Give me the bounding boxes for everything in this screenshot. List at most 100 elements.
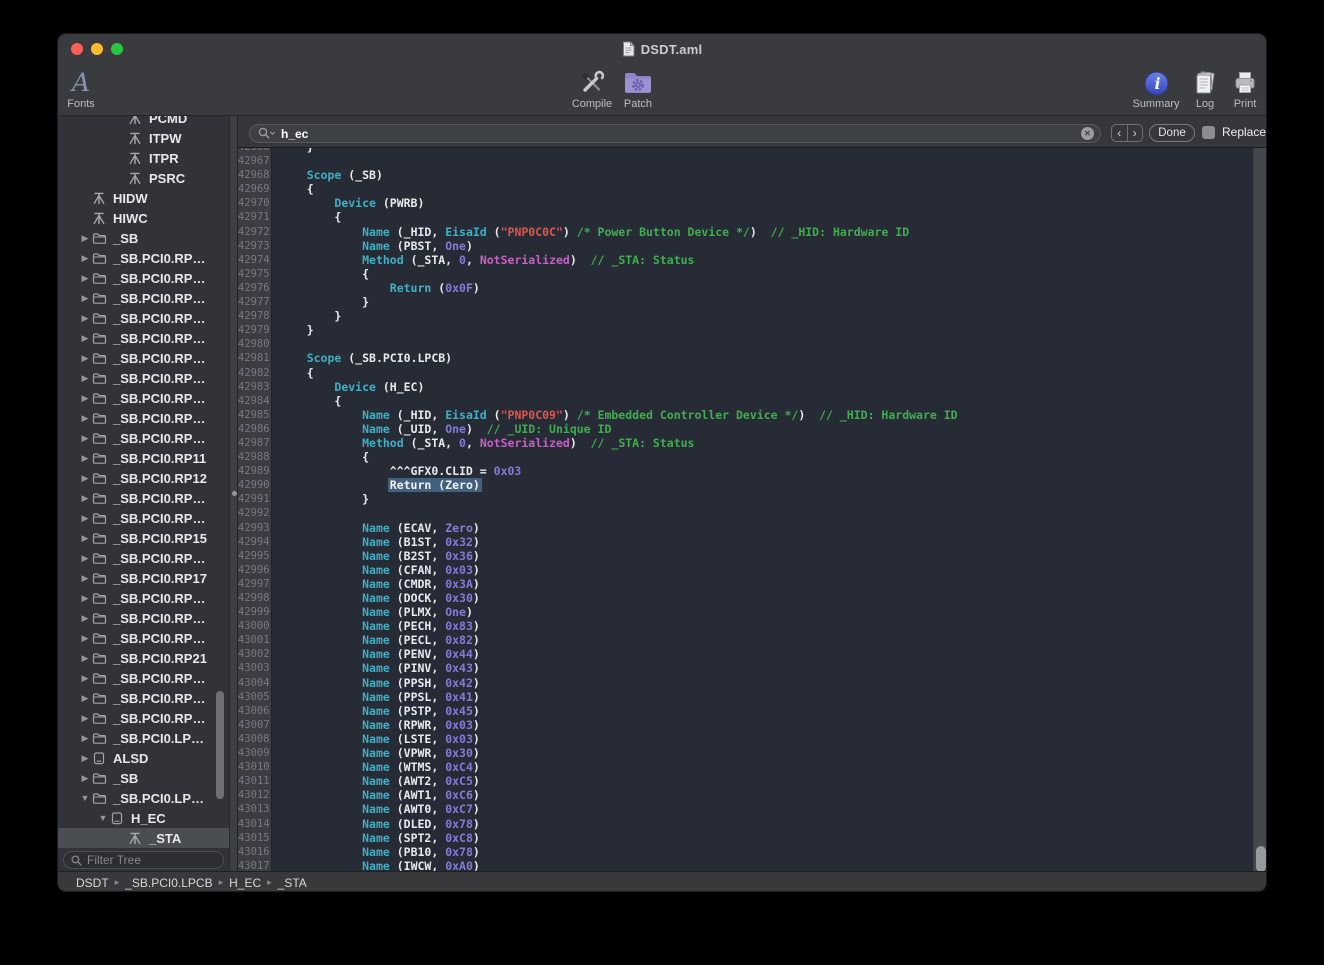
disclosure-collapsed-icon[interactable]: ▶	[78, 673, 92, 684]
tree-item-sb-pci0-rp[interactable]: ▶_SB.PCI0.RP…	[58, 288, 229, 308]
disclosure-expanded-icon[interactable]: ▼	[78, 793, 92, 803]
disclosure-collapsed-icon[interactable]: ▶	[78, 493, 92, 504]
code-line: 42990 Return (Zero)	[238, 478, 1253, 492]
line-number: 42979	[238, 323, 272, 337]
tree-item-sb-pci0-rp11[interactable]: ▶_SB.PCI0.RP11	[58, 448, 229, 468]
fonts-button[interactable]: A Fonts	[57, 66, 117, 114]
breadcrumb-item[interactable]: _SB.PCI0.LPCB	[125, 876, 212, 890]
search-input[interactable]	[281, 127, 1081, 141]
editor-scrollbar-track[interactable]	[1253, 148, 1267, 871]
clear-search-icon[interactable]: ✕	[1081, 127, 1094, 140]
tree-item-sb-pci0-lp[interactable]: ▶_SB.PCI0.LP…	[58, 728, 229, 748]
tree-item-sb-pci0-rp[interactable]: ▶_SB.PCI0.RP…	[58, 708, 229, 728]
breadcrumb-item[interactable]: H_EC	[229, 876, 261, 890]
disclosure-collapsed-icon[interactable]: ▶	[78, 533, 92, 544]
tree-item-sb-pci0-rp[interactable]: ▶ _SB.PCI0.RP…	[58, 488, 229, 508]
disclosure-collapsed-icon[interactable]: ▶	[78, 333, 92, 344]
disclosure-collapsed-icon[interactable]: ▶	[78, 473, 92, 484]
tree-item-sb-pci0-rp[interactable]: ▶_SB.PCI0.RP…	[58, 628, 229, 648]
replace-checkbox[interactable]	[1202, 126, 1215, 139]
breadcrumb-item[interactable]: DSDT	[76, 876, 109, 890]
tree-item-sb-pci0-rp[interactable]: ▶_SB.PCI0.RP…	[58, 248, 229, 268]
disclosure-collapsed-icon[interactable]: ▶	[78, 693, 92, 704]
find-next-button[interactable]: ›	[1128, 125, 1143, 141]
tree-item-sb-pci0-rp[interactable]: ▶_SB.PCI0.RP…	[58, 328, 229, 348]
tree-item-sb-pci0-rp12[interactable]: ▶_SB.PCI0.RP12	[58, 468, 229, 488]
code-line: 42977 }	[238, 295, 1253, 309]
tree-item-itpr[interactable]: ITPR	[58, 148, 229, 168]
tree-item-sb-pci0-rp[interactable]: ▶_SB.PCI0.RP…	[58, 408, 229, 428]
disclosure-collapsed-icon[interactable]: ▶	[78, 573, 92, 584]
code-line: 42970 Device (PWRB)	[238, 196, 1253, 210]
filter-tree-input[interactable]	[87, 853, 216, 867]
tree-item-sb-pci0-rp17[interactable]: ▶_SB.PCI0.RP17	[58, 568, 229, 588]
disclosure-collapsed-icon[interactable]: ▶	[78, 313, 92, 324]
tree-item-sb-pci0-rp[interactable]: ▶_SB.PCI0.RP…	[58, 588, 229, 608]
method-icon	[128, 831, 144, 846]
tree-item-sb-pci0-rp[interactable]: ▶_SB.PCI0.RP…	[58, 688, 229, 708]
tree-item-hidw[interactable]: HIDW	[58, 188, 229, 208]
tree-item-label: _SB	[113, 231, 138, 246]
tree-item-sb-pci0-rp[interactable]: ▶_SB.PCI0.RP…	[58, 608, 229, 628]
pane-splitter[interactable]	[229, 116, 238, 871]
tree-item-itpw[interactable]: ITPW	[58, 128, 229, 148]
tree-item-sb-pci0-lp[interactable]: ▼_SB.PCI0.LP…	[58, 788, 229, 808]
folder-icon	[92, 611, 108, 626]
disclosure-collapsed-icon[interactable]: ▶	[78, 253, 92, 264]
tree-item-sb-pci0-rp15[interactable]: ▶_SB.PCI0.RP15	[58, 528, 229, 548]
done-button[interactable]: Done	[1149, 124, 1195, 142]
tree-item-sb-pci0-rp21[interactable]: ▶_SB.PCI0.RP21	[58, 648, 229, 668]
disclosure-collapsed-icon[interactable]: ▶	[78, 653, 92, 664]
tree-item-pcmd[interactable]: PCMD	[58, 116, 229, 128]
disclosure-collapsed-icon[interactable]: ▶	[78, 433, 92, 444]
disclosure-collapsed-icon[interactable]: ▶	[78, 393, 92, 404]
disclosure-collapsed-icon[interactable]: ▶	[78, 613, 92, 624]
tree-item-sb-pci0-rp[interactable]: ▶_SB.PCI0.RP…	[58, 348, 229, 368]
tree-item-sb[interactable]: ▶_SB	[58, 768, 229, 788]
editor-scrollbar-thumb[interactable]	[1256, 846, 1266, 872]
disclosure-collapsed-icon[interactable]: ▶	[78, 633, 92, 644]
disclosure-collapsed-icon[interactable]: ▶	[78, 513, 92, 524]
disclosure-collapsed-icon[interactable]: ▶	[78, 413, 92, 424]
tree-item-h-ec[interactable]: ▼H_EC	[58, 808, 229, 828]
disclosure-collapsed-icon[interactable]: ▶	[78, 353, 92, 364]
code-line: 42985 Name (_HID, EisaId ("PNP0C09") /* …	[238, 408, 1253, 422]
tree-item-sb-pci0-rp[interactable]: ▶_SB.PCI0.RP…	[58, 268, 229, 288]
code-text: Name (B1ST, 0x32)	[272, 535, 480, 549]
disclosure-collapsed-icon[interactable]: ▶	[78, 733, 92, 744]
disclosure-collapsed-icon[interactable]: ▶	[78, 273, 92, 284]
symbol-tree[interactable]: PCMDITPWITPRPSRCHIDWHIWC▶_SB▶_SB.PCI0.RP…	[58, 116, 229, 849]
code-editor[interactable]: 42966 }4296742968 Scope (_SB)42969 {4297…	[238, 148, 1253, 871]
tree-item-psrc[interactable]: PSRC	[58, 168, 229, 188]
tree-item-sb-pci0-rp[interactable]: ▶_SB.PCI0.RP…	[58, 428, 229, 448]
disclosure-expanded-icon[interactable]: ▼	[96, 813, 110, 823]
breadcrumb-item[interactable]: _STA	[278, 876, 307, 890]
tree-item-sb-pci0-rp[interactable]: ▶_SB.PCI0.RP…	[58, 388, 229, 408]
disclosure-collapsed-icon[interactable]: ▶	[78, 233, 92, 244]
tree-item-sb-pci0-rp[interactable]: ▶_SB.PCI0.RP…	[58, 368, 229, 388]
disclosure-collapsed-icon[interactable]: ▶	[78, 293, 92, 304]
filter-tree-field[interactable]	[63, 851, 224, 869]
disclosure-collapsed-icon[interactable]: ▶	[78, 753, 92, 764]
disclosure-collapsed-icon[interactable]: ▶	[78, 553, 92, 564]
tree-item-sb-pci0-rp[interactable]: ▶_SB.PCI0.RP…	[58, 308, 229, 328]
disclosure-collapsed-icon[interactable]: ▶	[78, 453, 92, 464]
find-previous-button[interactable]: ‹	[1112, 125, 1128, 141]
print-button[interactable]: Print	[1209, 66, 1267, 114]
code-text: Name (LSTE, 0x03)	[272, 732, 480, 746]
tree-item-alsd[interactable]: ▶ALSD	[58, 748, 229, 768]
patch-button[interactable]: Patch	[602, 66, 674, 114]
disclosure-collapsed-icon[interactable]: ▶	[78, 713, 92, 724]
tree-item-sb-pci0-rp[interactable]: ▶_SB.PCI0.RP…	[58, 508, 229, 528]
tree-item-sb[interactable]: ▶ _SB	[58, 228, 229, 248]
tree-item-sta[interactable]: _STA	[58, 828, 229, 848]
tree-item-sb-pci0-rp[interactable]: ▶_SB.PCI0.RP…	[58, 668, 229, 688]
tree-item-sb-pci0-rp[interactable]: ▶_SB.PCI0.RP…	[58, 548, 229, 568]
disclosure-collapsed-icon[interactable]: ▶	[78, 593, 92, 604]
sidebar-scrollbar-thumb[interactable]	[216, 691, 224, 799]
search-field[interactable]: ✕	[249, 124, 1101, 143]
disclosure-collapsed-icon[interactable]: ▶	[78, 373, 92, 384]
disclosure-collapsed-icon[interactable]: ▶	[78, 773, 92, 784]
tree-item-label: _SB.PCI0.RP…	[113, 491, 205, 506]
tree-item-hiwc[interactable]: HIWC	[58, 208, 229, 228]
